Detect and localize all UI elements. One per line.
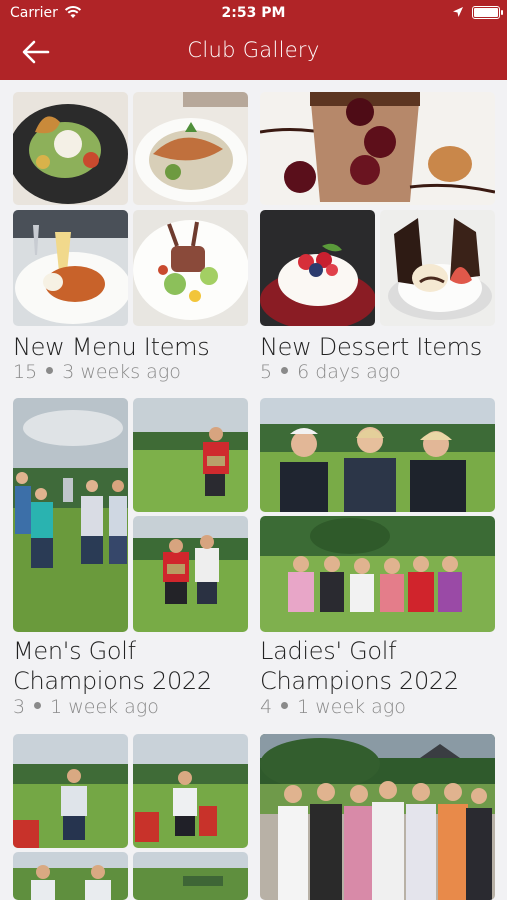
- album-photo-count: 5: [260, 361, 273, 383]
- album-title-line-1: Ladies' Golf: [260, 637, 397, 665]
- battery-icon: [472, 6, 503, 19]
- album-age: 1 week ago: [50, 696, 159, 718]
- separator-dot-icon: [281, 702, 289, 709]
- location-arrow-icon: [453, 7, 463, 17]
- photo-thumbnail: [133, 516, 248, 632]
- album-age: 1 week ago: [297, 696, 406, 718]
- album-thumbnail-grid: [13, 92, 248, 326]
- photo-thumbnail: [133, 734, 248, 848]
- status-time: 2:53 PM: [221, 5, 286, 21]
- album-thumbnail-grid: [260, 92, 495, 326]
- page-title: Club Gallery: [187, 38, 320, 62]
- photo-thumbnail: [260, 516, 495, 632]
- album-thumbnail-grid: [260, 734, 495, 900]
- navigation-header: Carrier 2:53 PM Club Gallery: [0, 0, 507, 80]
- album-title-line-1: Men's Golf: [13, 637, 136, 665]
- photo-thumbnail: [133, 398, 248, 512]
- album-meta: 5 6 days ago: [260, 361, 401, 383]
- album-title: New Dessert Items: [260, 333, 482, 361]
- photo-thumbnail: [260, 398, 495, 512]
- album-title: New Menu Items: [13, 333, 210, 361]
- separator-dot-icon: [281, 367, 289, 374]
- album-age: 6 days ago: [297, 361, 401, 383]
- album-photo-count: 3: [13, 696, 26, 718]
- photo-thumbnail: [260, 210, 375, 326]
- photo-thumbnail: [13, 210, 128, 326]
- status-bar: Carrier 2:53 PM: [0, 0, 507, 28]
- album-meta: 3 1 week ago: [13, 696, 159, 718]
- album-photo-count: 15: [13, 361, 38, 383]
- album-meta: 4 1 week ago: [260, 696, 406, 718]
- album-age: 3 weeks ago: [62, 361, 181, 383]
- photo-thumbnail: [380, 210, 495, 326]
- album-thumbnail-grid: [260, 398, 495, 632]
- album-thumbnail-grid: [13, 398, 248, 632]
- album-title-line-2: Champions 2022: [13, 667, 212, 695]
- album-card-new-dessert-items[interactable]: New Dessert Items 5 6 days ago: [260, 92, 495, 383]
- album-card-ladies-golf-champions-2022[interactable]: Ladies' Golf Champions 2022 4 1 week ago: [260, 398, 495, 718]
- album-card-partial-left[interactable]: [13, 734, 248, 900]
- album-thumbnail-grid: [13, 734, 248, 900]
- album-title-line-2: Champions 2022: [260, 667, 459, 695]
- album-meta: 15 3 weeks ago: [13, 361, 181, 383]
- album-card-new-menu-items[interactable]: New Menu Items 15 3 weeks ago: [13, 92, 248, 383]
- album-card-partial-right[interactable]: [260, 734, 495, 900]
- separator-dot-icon: [34, 702, 42, 709]
- album-photo-count: 4: [260, 696, 273, 718]
- photo-thumbnail: [13, 852, 128, 900]
- photo-thumbnail: [260, 734, 495, 900]
- separator-dot-icon: [46, 367, 54, 374]
- photo-thumbnail: [13, 398, 128, 632]
- photo-thumbnail: [260, 92, 495, 205]
- album-card-mens-golf-champions-2022[interactable]: Men's Golf Champions 2022 3 1 week ago: [13, 398, 248, 718]
- photo-thumbnail: [13, 734, 128, 848]
- photo-thumbnail: [13, 92, 128, 205]
- photo-thumbnail: [133, 852, 248, 900]
- photo-thumbnail: [133, 210, 248, 326]
- photo-thumbnail: [133, 92, 248, 205]
